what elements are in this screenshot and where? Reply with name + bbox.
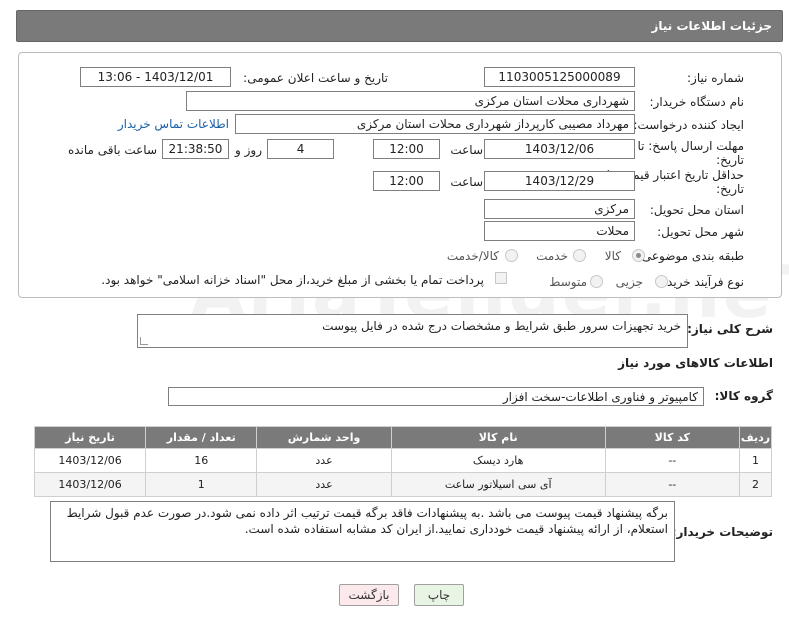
goods-table: ردیف کد کالا نام کالا واحد شمارش تعداد /…: [33, 426, 772, 497]
resize-handle-icon[interactable]: [140, 337, 148, 345]
goods-section-title: اطلاعات کالاهای مورد نیاز: [618, 356, 773, 370]
price-validity-time-field: 12:00: [373, 171, 440, 191]
remaining-time-field: 21:38:50: [162, 139, 229, 159]
days-label: روز و: [235, 143, 262, 157]
province-field: مرکزی: [484, 199, 635, 219]
cell-name: هارد دیسک: [390, 448, 606, 473]
remaining-time-label: ساعت باقی مانده: [67, 143, 157, 157]
category-option-goods-service: کالا/خدمت: [446, 249, 499, 263]
city-label: شهر محل تحویل:: [657, 225, 744, 239]
page-header: جزئیات اطلاعات نیاز: [16, 10, 783, 42]
col-quantity-header: تعداد / مقدار: [145, 426, 258, 449]
reply-time-field: 12:00: [373, 139, 440, 159]
cell-date: 1403/12/06: [33, 472, 147, 497]
description-field: خرید تجهیزات سرور طبق شرایط و مشخصات درج…: [137, 314, 688, 348]
process-label: نوع فرآیند خرید :: [659, 275, 744, 289]
buyer-notes-label: توضیحات خریدار:: [671, 525, 773, 539]
process-option-minor: جزیی: [615, 275, 643, 289]
col-name-header: نام کالا: [390, 426, 606, 449]
treasury-payment-checkbox[interactable]: [495, 272, 507, 284]
price-validity-time-label: ساعت: [450, 175, 483, 189]
cell-row: 1: [739, 448, 772, 473]
announce-datetime-label: تاریخ و ساعت اعلان عمومی:: [243, 71, 388, 85]
category-option-service: خدمت: [536, 249, 568, 263]
cell-name: آی سی اسیلاتور ساعت: [390, 472, 606, 497]
category-label: طبقه بندی موضوعی:: [637, 249, 744, 263]
creator-label: ایجاد کننده درخواست:: [633, 118, 744, 132]
page-title: جزئیات اطلاعات نیاز: [651, 19, 772, 33]
price-validity-label-date: تاریخ:: [716, 182, 744, 196]
description-label: شرح کلی نیاز:: [687, 322, 773, 336]
creator-field: مهرداد مصیبی کارپرداز شهرداری محلات استا…: [235, 114, 635, 134]
col-date-header: تاریخ نیاز: [33, 426, 147, 449]
table-row: 2 -- آی سی اسیلاتور ساعت عدد 1 1403/12/0…: [33, 472, 772, 497]
category-radio-service[interactable]: [573, 249, 586, 262]
reply-deadline-label-date: تاریخ:: [716, 153, 744, 167]
goods-group-field: کامپیوتر و فناوری اطلاعات-سخت افزار: [168, 387, 704, 406]
buyer-contact-link[interactable]: اطلاعات تماس خریدار: [118, 117, 229, 131]
table-row: 1 -- هارد دیسک عدد 16 1403/12/06: [33, 448, 772, 473]
buyer-notes-text: برگه پیشنهاد قیمت پیوست می باشد .به پیشن…: [66, 506, 668, 536]
process-radio-medium[interactable]: [590, 275, 603, 288]
goods-group-label: گروه کالا:: [714, 389, 773, 403]
cell-unit: عدد: [256, 448, 392, 473]
price-validity-date-field: 1403/12/29: [484, 171, 635, 191]
days-remaining-field: 4: [267, 139, 334, 159]
need-number-field: 1103005125000089: [484, 67, 635, 87]
buyer-notes-field: برگه پیشنهاد قیمت پیوست می باشد .به پیشن…: [50, 501, 675, 562]
description-text: خرید تجهیزات سرور طبق شرایط و مشخصات درج…: [322, 319, 681, 333]
need-number-label: شماره نیاز:: [687, 71, 744, 85]
cell-quantity: 1: [145, 472, 258, 497]
announce-datetime-field: 1403/12/01 - 13:06: [80, 67, 231, 87]
table-header-row: ردیف کد کالا نام کالا واحد شمارش تعداد /…: [33, 426, 772, 449]
category-radio-goods[interactable]: [632, 249, 645, 262]
buyer-org-label: نام دستگاه خریدار:: [649, 95, 745, 109]
print-button[interactable]: چاپ: [414, 584, 464, 606]
province-label: استان محل تحویل:: [649, 203, 744, 217]
col-row-header: ردیف: [739, 426, 772, 449]
cell-quantity: 16: [145, 448, 258, 473]
category-option-goods: کالا: [604, 249, 621, 263]
reply-time-label: ساعت: [450, 143, 483, 157]
reply-deadline-label: مهلت ارسال پاسخ: تا: [637, 139, 744, 153]
process-option-medium: متوسط: [549, 275, 587, 289]
process-radio-minor[interactable]: [655, 275, 668, 288]
cell-unit: عدد: [256, 472, 392, 497]
cell-code: --: [604, 448, 741, 473]
cell-code: --: [604, 472, 741, 497]
city-field: محلات: [484, 221, 635, 241]
col-code-header: کد کالا: [604, 426, 741, 449]
cell-date: 1403/12/06: [33, 448, 147, 473]
treasury-payment-note: پرداخت تمام یا بخشی از مبلغ خرید،از محل …: [101, 273, 484, 287]
back-button[interactable]: بازگشت: [339, 584, 399, 606]
category-radio-goods-service[interactable]: [505, 249, 518, 262]
cell-row: 2: [739, 472, 772, 497]
col-unit-header: واحد شمارش: [256, 426, 392, 449]
reply-date-field: 1403/12/06: [484, 139, 635, 159]
buyer-org-field: شهرداری محلات استان مرکزی: [186, 91, 635, 111]
